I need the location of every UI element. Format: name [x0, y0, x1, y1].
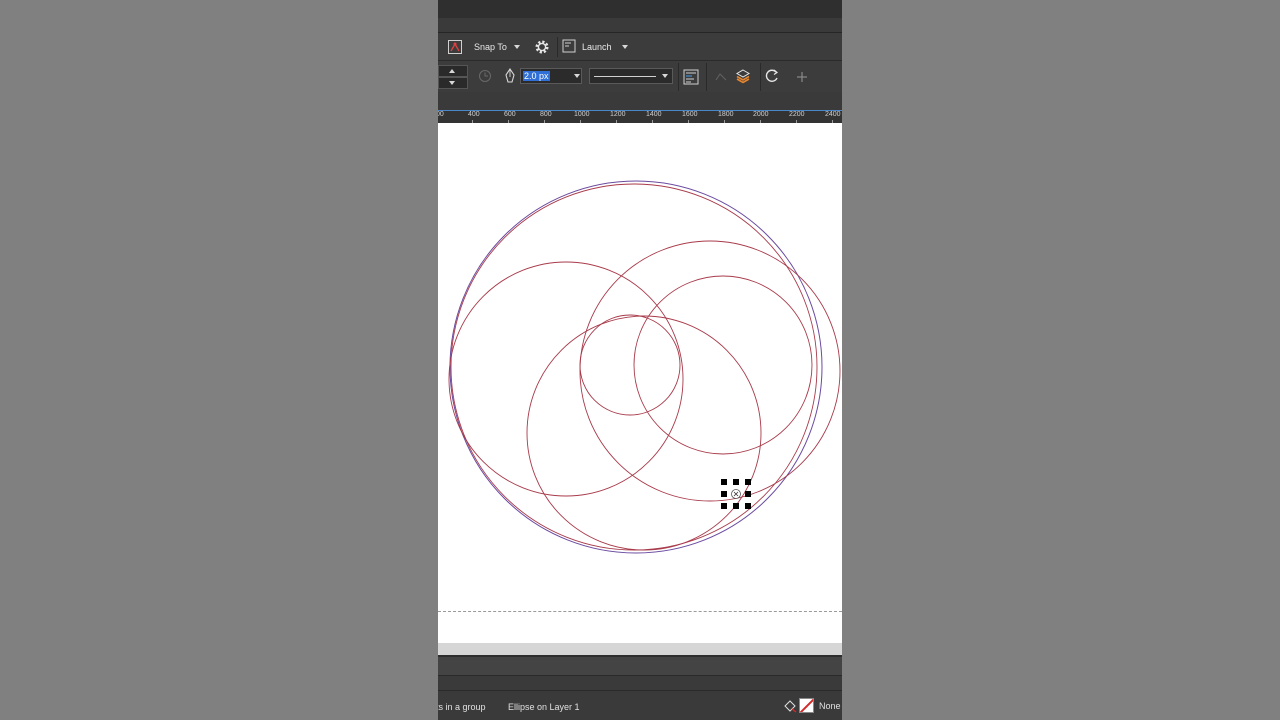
selection-handle[interactable] — [745, 479, 751, 485]
outline-width-dropdown-arrow[interactable] — [574, 74, 580, 78]
layers-icon[interactable] — [735, 68, 751, 84]
spinner-up[interactable] — [438, 65, 468, 77]
selection-info: ts in a group — [438, 702, 486, 712]
trim-icon — [714, 70, 728, 84]
chevron-up-icon — [449, 69, 455, 73]
convert-icon[interactable] — [764, 68, 780, 84]
page-border — [438, 611, 842, 612]
ruler-label: 1400 — [646, 111, 662, 118]
launch-icon[interactable] — [562, 39, 576, 53]
ruler-label: 1000 — [574, 111, 590, 118]
snap-icon[interactable] — [447, 39, 463, 55]
outline-color-swatch[interactable] — [799, 698, 814, 713]
outline-pen-icon[interactable] — [783, 698, 797, 713]
toolbar-separator — [706, 63, 707, 91]
ellipse-bottom[interactable] — [526, 315, 762, 551]
property-bar-top: Snap To Launch — [438, 32, 842, 61]
ruler-label: 2400 — [825, 111, 841, 118]
line-style-selector[interactable] — [589, 68, 673, 84]
ruler-label: 600 — [504, 111, 516, 118]
selection-handle[interactable] — [733, 503, 739, 509]
wrap-text-icon[interactable] — [683, 69, 699, 85]
outline-width-field[interactable]: 2.0 px — [520, 68, 582, 84]
property-bar-bottom: 2.0 px — [438, 60, 842, 93]
ellipse-right[interactable] — [579, 240, 841, 502]
ruler-label: 1800 — [718, 111, 734, 118]
document-tabs-area — [438, 92, 842, 110]
drawing-canvas[interactable] — [438, 123, 842, 643]
snap-to-button[interactable]: Snap To — [474, 41, 507, 53]
horizontal-scrollbar[interactable] — [438, 643, 842, 655]
ellipse-small[interactable] — [579, 314, 681, 416]
ruler-label: 2000 — [753, 111, 769, 118]
plus-icon[interactable] — [796, 70, 808, 82]
ruler-label: 400 — [468, 111, 480, 118]
spinner-down[interactable] — [438, 77, 468, 89]
ruler-label: 800 — [540, 111, 552, 118]
chevron-down-icon — [449, 81, 455, 85]
selection-handle[interactable] — [745, 503, 751, 509]
selection-handle[interactable] — [733, 479, 739, 485]
selection-handle[interactable] — [721, 491, 727, 497]
application-window: Snap To Launch 2.0 px 0 400 600 800 1000… — [438, 0, 842, 720]
line-style-preview — [594, 76, 656, 77]
line-style-dropdown-arrow[interactable] — [662, 74, 668, 78]
outline-width-value[interactable]: 2.0 px — [523, 71, 550, 81]
gear-icon[interactable] — [534, 39, 550, 55]
ruler-label: 00 — [438, 111, 444, 118]
toolbar-separator — [678, 63, 679, 91]
selection-handle[interactable] — [721, 503, 727, 509]
ellipse-left[interactable] — [448, 261, 684, 497]
snap-dropdown-arrow[interactable] — [514, 45, 520, 49]
selection-handle[interactable] — [721, 479, 727, 485]
object-info: Ellipse on Layer 1 — [508, 702, 580, 712]
document-navigator — [438, 657, 842, 676]
toolbar-separator — [557, 37, 558, 57]
horizontal-ruler[interactable]: 00 400 600 800 1000 1200 1400 1600 1800 … — [438, 110, 842, 124]
ruler-label: 2200 — [789, 111, 805, 118]
artwork — [448, 180, 841, 554]
selection-handle[interactable] — [745, 491, 751, 497]
launch-button[interactable]: Launch — [582, 41, 612, 53]
ruler-label: 1600 — [682, 111, 698, 118]
ruler-label: 1200 — [610, 111, 626, 118]
status-bar: ts in a group Ellipse on Layer 1 None — [438, 690, 842, 720]
toolbar-separator — [760, 63, 761, 91]
ellipse-right-inner[interactable] — [633, 275, 813, 455]
outline-color-label: None — [819, 701, 841, 711]
launch-dropdown-arrow[interactable] — [622, 45, 628, 49]
clock-icon — [478, 69, 492, 83]
pen-outline-icon — [504, 68, 516, 84]
selection-handles[interactable] — [721, 479, 751, 509]
title-bar — [438, 0, 842, 18]
